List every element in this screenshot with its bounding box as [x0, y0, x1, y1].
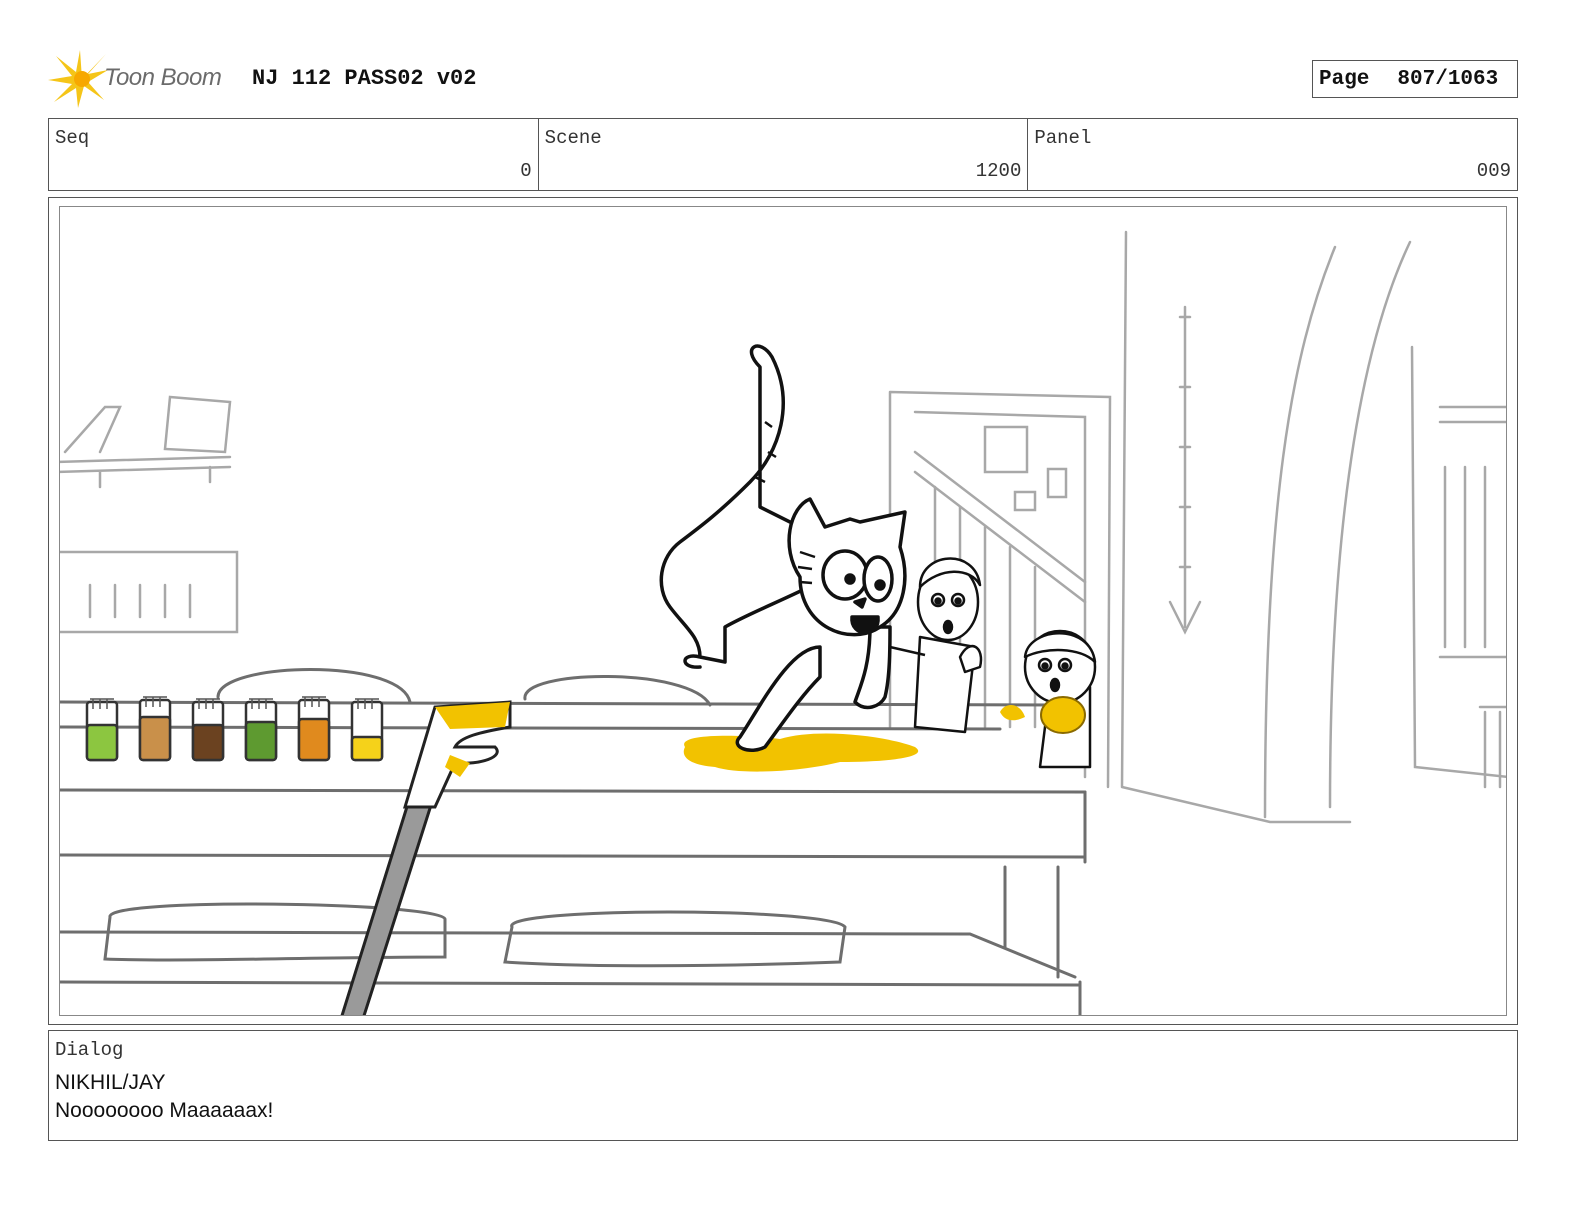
- seq-cell: Seq 0: [49, 119, 539, 190]
- scene-sketch: [60, 230, 1506, 1015]
- yellow-spill: [683, 733, 919, 772]
- dialog-speaker: NIKHIL/JAY: [55, 1071, 166, 1094]
- project-title: NJ 112 PASS02 v02: [252, 66, 477, 91]
- toon-boom-logo: Toon Boom: [48, 50, 238, 108]
- seq-value: 0: [520, 160, 532, 182]
- panel-label: Panel: [1034, 127, 1092, 149]
- scene-cell: Scene 1200: [539, 119, 1029, 190]
- cat-max: [659, 344, 907, 752]
- scene-value: 1200: [975, 160, 1022, 182]
- seq-label: Seq: [55, 127, 90, 149]
- dialog-box: Dialog NIKHIL/JAY Noooooooo Maaaaaax!: [48, 1030, 1518, 1141]
- page-indicator: Page 807/1063: [1312, 60, 1518, 98]
- yellow-toy-cat: [1000, 696, 1086, 734]
- page-number: 807/1063: [1397, 67, 1499, 91]
- logo-text: Toon Boom: [104, 64, 222, 91]
- storyboard-drawing: [59, 206, 1507, 1016]
- toon-boom-burst-icon: [48, 50, 108, 108]
- panel-info-row: Seq 0 Scene 1200 Panel 009: [48, 118, 1518, 191]
- scene-label: Scene: [544, 127, 602, 149]
- dialog-line: Noooooooo Maaaaaax!: [55, 1099, 274, 1122]
- panel-cell: Panel 009: [1028, 119, 1517, 190]
- panel-value: 009: [1476, 160, 1512, 182]
- dialog-label: Dialog: [55, 1039, 124, 1061]
- storyboard-header: Toon Boom NJ 112 PASS02 v02 Page 807/106…: [48, 50, 1518, 110]
- storyboard-panel-frame: [48, 197, 1518, 1025]
- page-label: Page: [1319, 67, 1370, 91]
